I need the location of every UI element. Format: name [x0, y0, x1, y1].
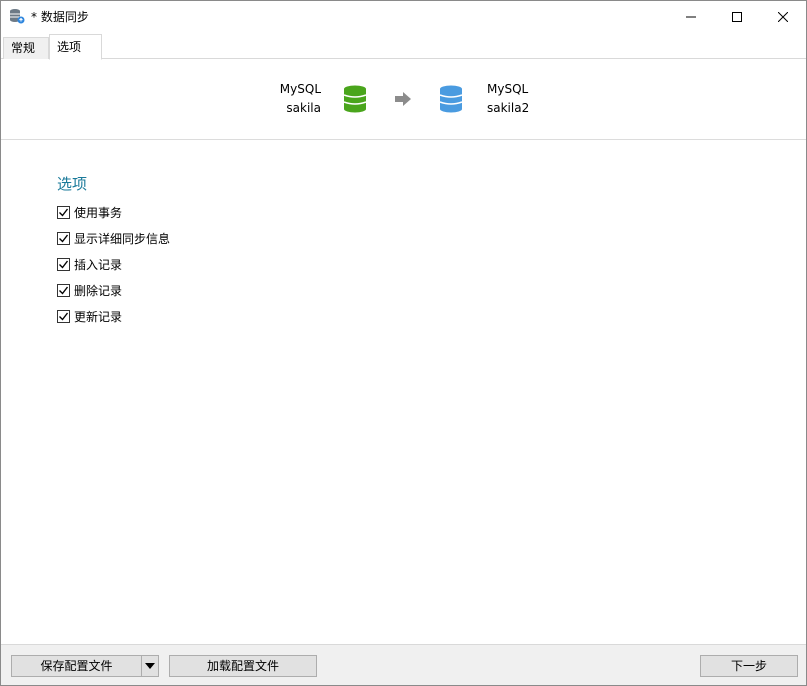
footer-bar: 保存配置文件 加载配置文件 下一步 — [1, 644, 806, 685]
minimize-button[interactable] — [668, 1, 714, 32]
options-panel: 选项 使用事务 显示详细同步信息 插入记录 删除记录 更新记录 — [1, 140, 806, 644]
arrow-right-icon — [395, 92, 411, 106]
checkmark-icon — [59, 208, 69, 217]
option-label: 删除记录 — [74, 283, 123, 298]
source-database-icon — [343, 85, 367, 113]
maximize-icon — [732, 11, 742, 22]
option-label: 插入记录 — [74, 257, 123, 272]
tab-options[interactable]: 选项 — [49, 34, 102, 60]
checkbox[interactable] — [57, 309, 70, 323]
load-profile-button[interactable]: 加载配置文件 — [169, 655, 317, 677]
section-title: 选项 — [57, 175, 88, 193]
checkmark-icon — [59, 312, 69, 321]
save-profile-dropdown-button[interactable] — [141, 655, 159, 677]
target-database-icon — [439, 85, 463, 113]
option-label: 使用事务 — [74, 205, 123, 220]
window-title: * 数据同步 — [31, 10, 89, 24]
option-label: 显示详细同步信息 — [74, 231, 171, 246]
save-profile-button[interactable]: 保存配置文件 — [11, 655, 142, 677]
source-database: sakila — [286, 101, 321, 115]
option-show-detail[interactable]: 显示详细同步信息 — [57, 229, 170, 247]
close-button[interactable] — [760, 1, 806, 32]
database-sync-icon — [10, 9, 25, 24]
target-type: MySQL — [487, 82, 529, 96]
tab-bar: 常规 选项 — [1, 32, 806, 60]
source-connection: MySQL sakila — [241, 80, 321, 118]
option-use-transaction[interactable]: 使用事务 — [57, 203, 122, 221]
title-bar: * 数据同步 — [1, 1, 806, 32]
connection-header: MySQL sakila MySQL sakila2 — [1, 59, 806, 140]
checkbox[interactable] — [57, 231, 70, 245]
next-button[interactable]: 下一步 — [700, 655, 798, 677]
option-update-records[interactable]: 更新记录 — [57, 307, 122, 325]
checkmark-icon — [59, 234, 69, 243]
target-connection: MySQL sakila2 — [487, 80, 587, 118]
sync-window: * 数据同步 常规 选项 MySQL sakila MySQL sakila2 … — [0, 0, 807, 686]
option-label: 更新记录 — [74, 309, 123, 324]
checkmark-icon — [59, 286, 69, 295]
minimize-icon — [686, 16, 696, 17]
target-database: sakila2 — [487, 101, 530, 115]
checkbox[interactable] — [57, 283, 70, 297]
caret-down-icon — [145, 663, 155, 669]
checkbox[interactable] — [57, 257, 70, 271]
close-icon — [778, 11, 788, 22]
checkbox[interactable] — [57, 205, 70, 219]
source-type: MySQL — [279, 82, 321, 96]
tab-general[interactable]: 常规 — [3, 37, 49, 59]
maximize-button[interactable] — [714, 1, 760, 32]
option-insert-records[interactable]: 插入记录 — [57, 255, 122, 273]
option-delete-records[interactable]: 删除记录 — [57, 281, 122, 299]
checkmark-icon — [59, 260, 69, 269]
